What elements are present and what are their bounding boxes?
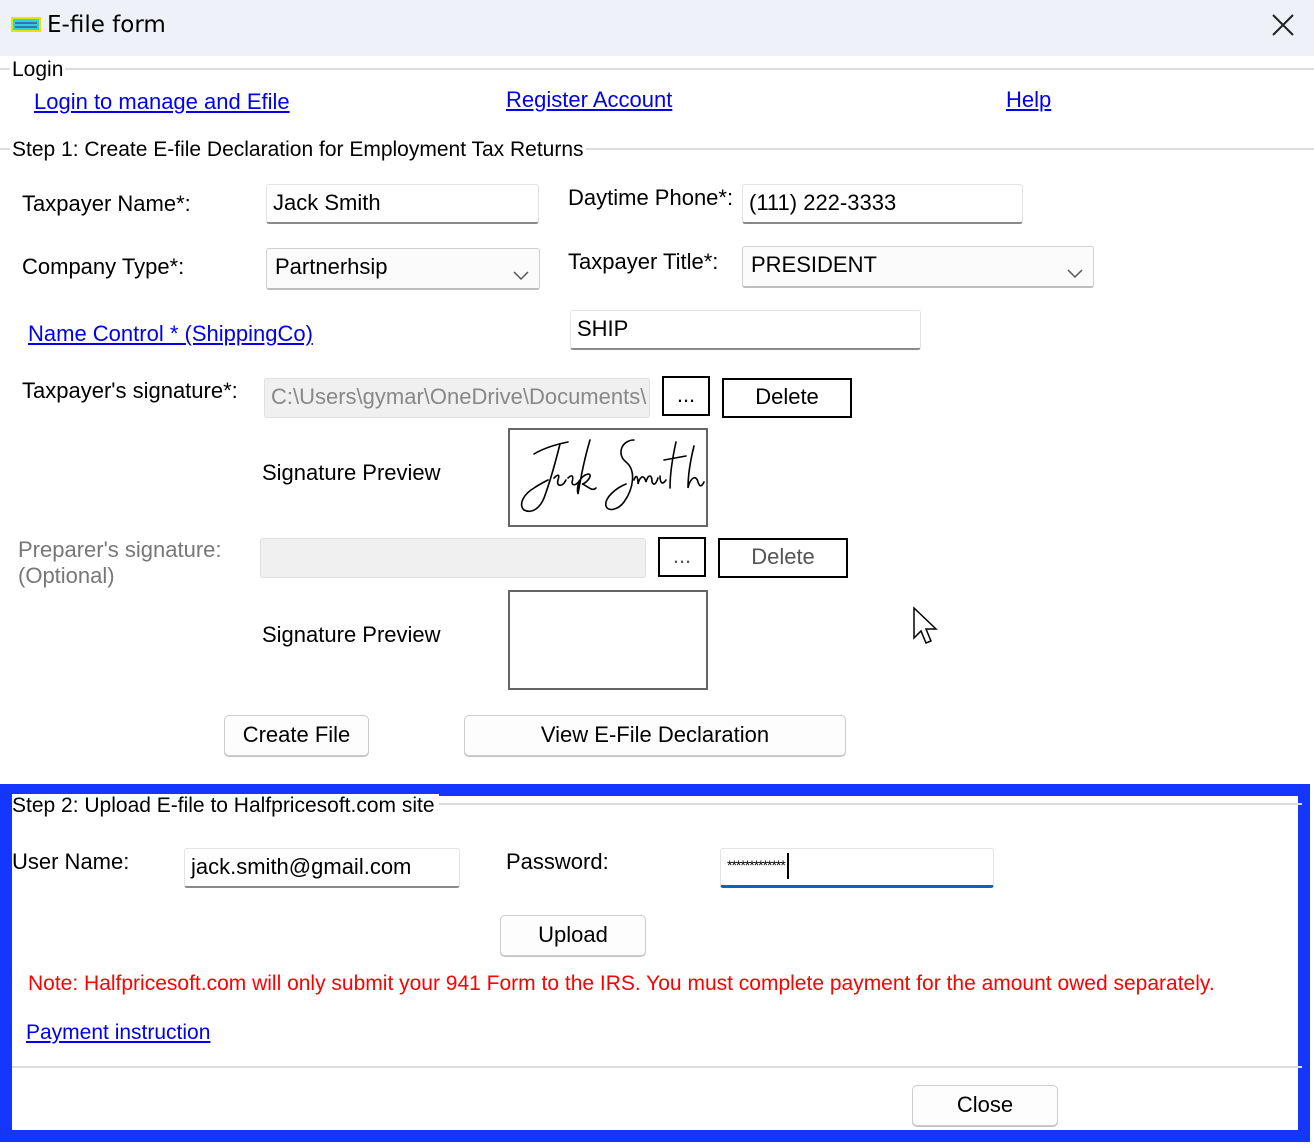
- window-title: E-file form: [47, 12, 166, 38]
- password-label: Password:: [506, 849, 609, 874]
- step2-group-label: Step 2: Upload E-file to Halfpricesoft.c…: [12, 794, 439, 818]
- step2-highlight-frame: [0, 784, 1310, 1142]
- chevron-down-icon: [1067, 257, 1083, 287]
- taxpayer-title-select[interactable]: PRESIDENT: [742, 246, 1094, 288]
- preparer-signature-delete-button[interactable]: Delete: [718, 538, 848, 578]
- mouse-cursor-icon: [912, 606, 940, 654]
- daytime-phone-label: Daytime Phone*:: [568, 185, 734, 210]
- preparer-signature-preview: [508, 590, 708, 690]
- username-label: User Name:: [12, 849, 130, 874]
- title-bar: [0, 0, 1314, 56]
- username-input[interactable]: jack.smith@gmail.com: [184, 848, 460, 888]
- password-value: *************: [727, 857, 786, 873]
- close-button[interactable]: Close: [912, 1085, 1058, 1126]
- bottom-divider: [12, 1066, 1302, 1068]
- step1-group-label: Step 1: Create E-file Declaration for Em…: [10, 138, 586, 162]
- password-input[interactable]: *************: [720, 848, 994, 888]
- taxpayer-title-label: Taxpayer Title*:: [568, 249, 719, 274]
- taxpayer-name-input[interactable]: Jack Smith: [266, 184, 539, 224]
- preparer-signature-browse-button[interactable]: ...: [658, 537, 706, 577]
- name-control-link[interactable]: Name Control * (ShippingCo): [28, 321, 313, 347]
- app-form-icon: [11, 17, 41, 32]
- taxpayer-title-value: PRESIDENT: [751, 252, 877, 277]
- login-group-label: Login: [10, 58, 66, 82]
- company-type-label: Company Type*:: [22, 254, 185, 279]
- name-control-input[interactable]: SHIP: [570, 310, 921, 350]
- payment-instruction-link[interactable]: Payment instruction: [26, 1021, 210, 1045]
- help-link[interactable]: Help: [1006, 87, 1051, 113]
- login-group-border: [0, 68, 1314, 70]
- payment-note: Note: Halfpricesoft.com will only submit…: [28, 972, 1215, 995]
- taxpayer-signature-delete-button[interactable]: Delete: [722, 378, 852, 418]
- text-caret: [786, 853, 789, 880]
- chevron-down-icon: [513, 259, 529, 289]
- preparer-signature-path-input[interactable]: [260, 538, 646, 578]
- company-type-select[interactable]: Partnerhsip: [266, 248, 540, 290]
- create-file-button[interactable]: Create File: [224, 715, 369, 756]
- register-account-link[interactable]: Register Account: [506, 87, 672, 113]
- taxpayer-name-label: Taxpayer Name*:: [22, 191, 191, 216]
- taxpayer-signature-preview-label: Signature Preview: [262, 460, 441, 485]
- company-type-value: Partnerhsip: [275, 254, 388, 279]
- taxpayer-signature-preview: [508, 428, 708, 527]
- signature-image: [520, 439, 705, 513]
- preparer-signature-preview-label: Signature Preview: [262, 622, 441, 647]
- daytime-phone-input[interactable]: (111) 222-3333: [742, 184, 1023, 224]
- upload-button[interactable]: Upload: [500, 915, 646, 956]
- view-declaration-button[interactable]: View E-File Declaration: [464, 715, 846, 756]
- close-icon[interactable]: [1266, 8, 1300, 42]
- login-link[interactable]: Login to manage and Efile: [34, 89, 290, 115]
- preparer-signature-label: Preparer's signature: (Optional): [18, 537, 222, 589]
- preparer-signature-label-line2: (Optional): [18, 563, 115, 588]
- taxpayer-signature-path-input[interactable]: C:\Users\gymar\OneDrive\Documents\: [264, 378, 650, 418]
- taxpayer-signature-label: Taxpayer's signature*:: [22, 378, 238, 403]
- preparer-signature-label-line1: Preparer's signature:: [18, 537, 222, 562]
- taxpayer-signature-browse-button[interactable]: ...: [662, 376, 710, 416]
